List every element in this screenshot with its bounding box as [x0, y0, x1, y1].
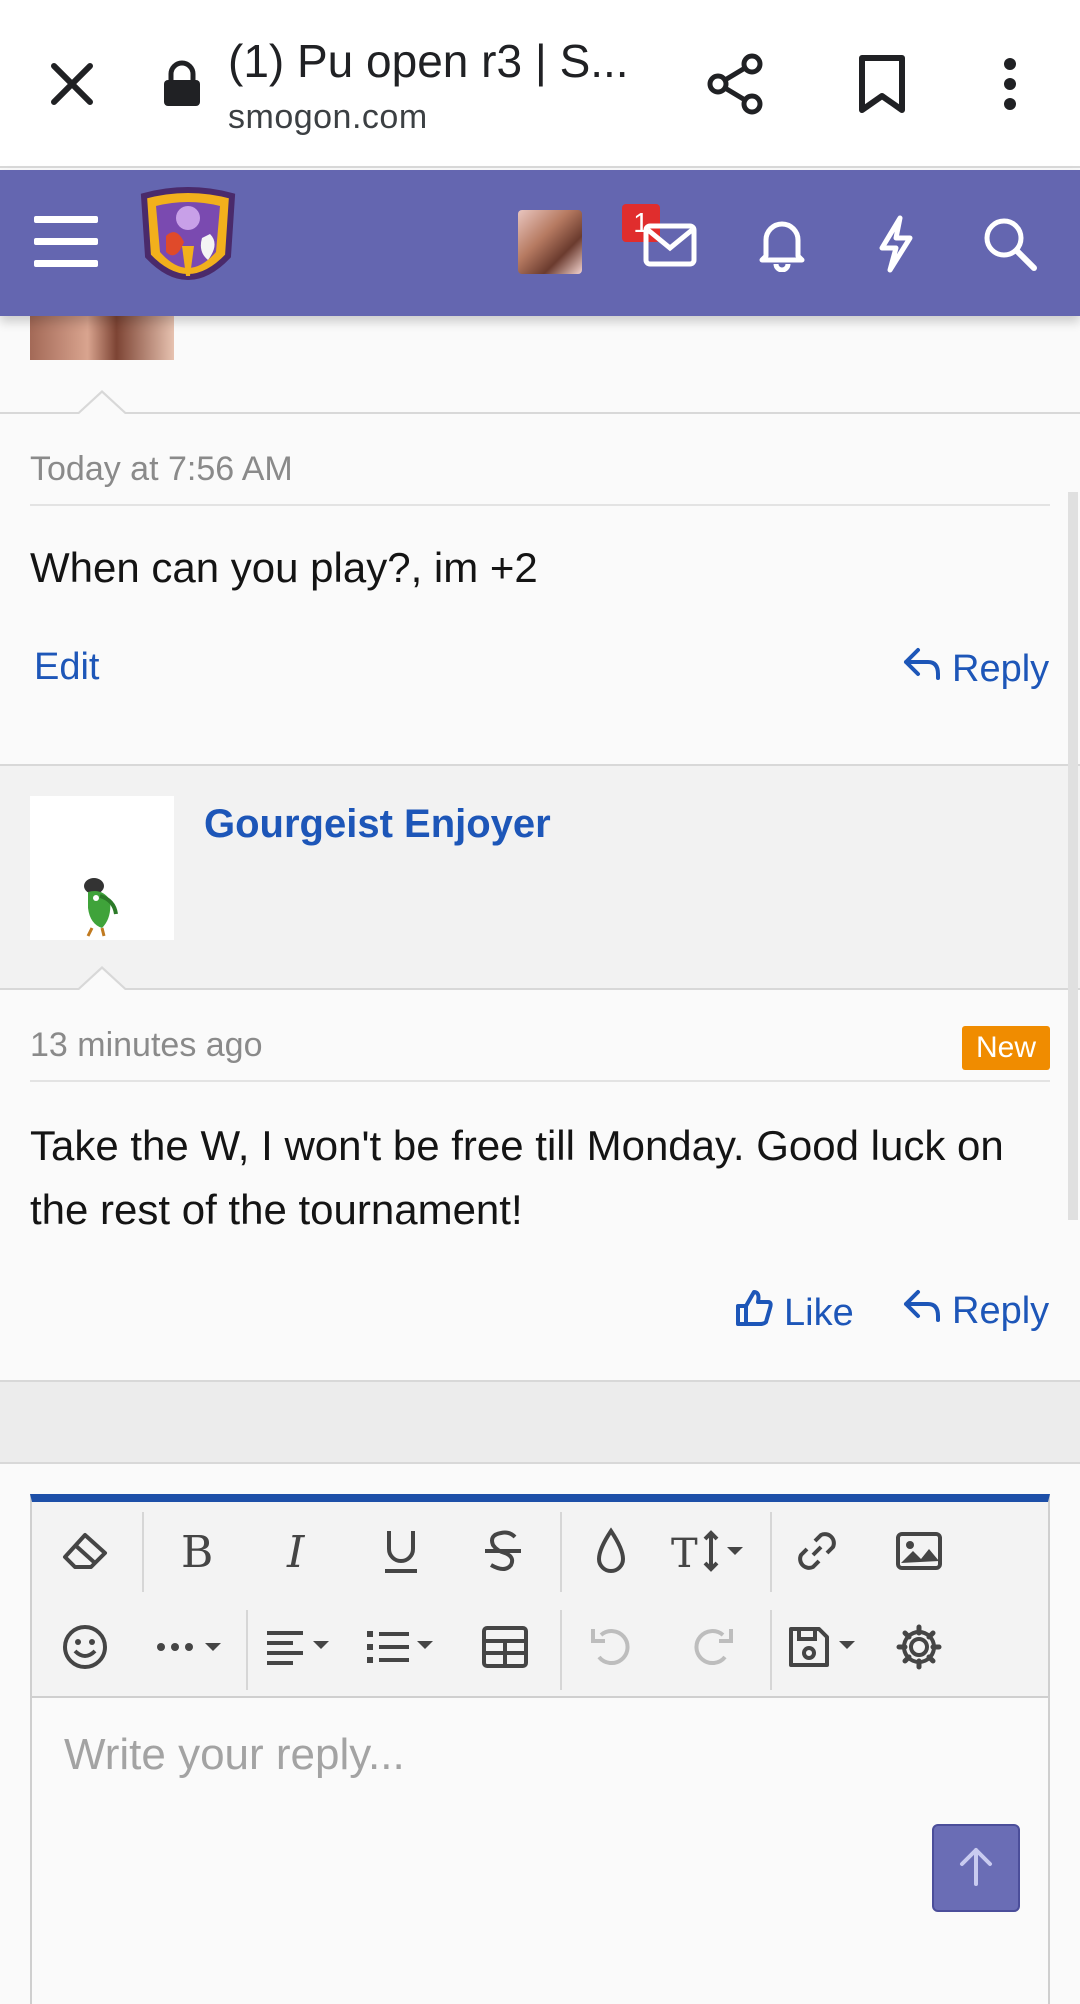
toolbar-divider: [142, 1512, 144, 1592]
new-badge: New: [962, 1026, 1050, 1070]
link-icon[interactable]: [782, 1516, 852, 1586]
lock-icon[interactable]: [162, 60, 210, 112]
scrollbar[interactable]: [1068, 492, 1078, 1220]
post-timestamp[interactable]: 13 minutes ago: [30, 1026, 263, 1065]
reply-input[interactable]: Write your reply...: [64, 1730, 405, 1780]
site-header: 1: [0, 170, 1080, 316]
share-icon[interactable]: [704, 52, 768, 116]
reply-button[interactable]: Reply: [902, 646, 1049, 692]
edit-button[interactable]: Edit: [34, 646, 99, 689]
settings-icon[interactable]: [884, 1612, 954, 1682]
browser-toolbar: (1) Pu open r3 | S... smogon.com: [0, 0, 1080, 168]
scroll-to-top-button[interactable]: [932, 1824, 1020, 1912]
toolbar-divider: [770, 1512, 772, 1592]
toolbar-divider: [560, 1512, 562, 1592]
close-icon[interactable]: [40, 52, 104, 116]
post-body: When can you play?, im +2: [30, 544, 538, 591]
reply-icon: [902, 646, 942, 692]
post-timestamp[interactable]: Today at 7:56 AM: [30, 450, 293, 489]
svg-text:I: I: [286, 1529, 306, 1573]
author-username[interactable]: Gourgeist Enjoyer: [204, 802, 551, 847]
bookmark-icon[interactable]: [852, 52, 912, 116]
arrow-up-icon: [954, 1844, 998, 1893]
edit-label: Edit: [34, 646, 100, 688]
emoji-icon[interactable]: [50, 1612, 120, 1682]
avatar[interactable]: [30, 312, 174, 360]
undo-icon[interactable]: [576, 1612, 646, 1682]
divider: [30, 1080, 1050, 1082]
redo-icon[interactable]: [678, 1612, 748, 1682]
like-button[interactable]: Like: [734, 1288, 854, 1338]
divider: [0, 988, 1080, 990]
user-avatar[interactable]: [518, 210, 582, 274]
divider: [0, 412, 1080, 414]
svg-text:T: T: [671, 1531, 698, 1575]
toolbar-divider: [560, 1610, 562, 1690]
post-body: Take the W, I won't be free till Monday.…: [30, 1122, 1004, 1233]
inbox-icon[interactable]: [642, 218, 698, 270]
reply-icon: [902, 1288, 942, 1334]
site-logo[interactable]: [136, 186, 240, 300]
editor-toolbar: B I T: [32, 1502, 1048, 1698]
bell-icon[interactable]: [756, 216, 808, 273]
table-icon[interactable]: [470, 1612, 540, 1682]
reply-button[interactable]: Reply: [902, 1288, 1049, 1334]
section-gap: [0, 1380, 1080, 1464]
reply-label: Reply: [952, 647, 1050, 690]
more-vert-icon[interactable]: [986, 52, 1034, 116]
svg-text:B: B: [181, 1529, 213, 1573]
divider-notch: [76, 966, 128, 991]
like-icon: [734, 1288, 774, 1338]
bold-icon[interactable]: B: [162, 1516, 232, 1586]
reply-label: Reply: [952, 1289, 1050, 1332]
align-icon[interactable]: [260, 1612, 346, 1682]
italic-icon[interactable]: I: [264, 1516, 334, 1586]
divider: [30, 504, 1050, 506]
reply-editor: B I T Write your reply...: [30, 1494, 1050, 2004]
image-icon[interactable]: [884, 1516, 954, 1586]
avatar[interactable]: [30, 796, 174, 940]
font-size-icon[interactable]: T: [668, 1516, 754, 1586]
toolbar-divider: [246, 1610, 248, 1690]
strikethrough-icon[interactable]: [468, 1516, 538, 1586]
divider-notch: [76, 390, 128, 415]
post-author-block: Gourgeist Enjoyer: [0, 764, 1080, 990]
list-icon[interactable]: [362, 1612, 448, 1682]
search-icon[interactable]: [980, 214, 1040, 274]
eraser-icon[interactable]: [50, 1516, 120, 1586]
like-label: Like: [784, 1291, 854, 1334]
underline-icon[interactable]: [366, 1516, 436, 1586]
bolt-icon[interactable]: [872, 214, 920, 274]
more-options-icon[interactable]: [150, 1612, 236, 1682]
color-drop-icon[interactable]: [576, 1516, 646, 1586]
save-draft-icon[interactable]: [784, 1612, 870, 1682]
toolbar-divider: [770, 1610, 772, 1690]
tab-title[interactable]: (1) Pu open r3 | S...: [228, 34, 638, 88]
url-domain[interactable]: smogon.com: [228, 98, 428, 137]
hamburger-icon[interactable]: [34, 214, 98, 270]
